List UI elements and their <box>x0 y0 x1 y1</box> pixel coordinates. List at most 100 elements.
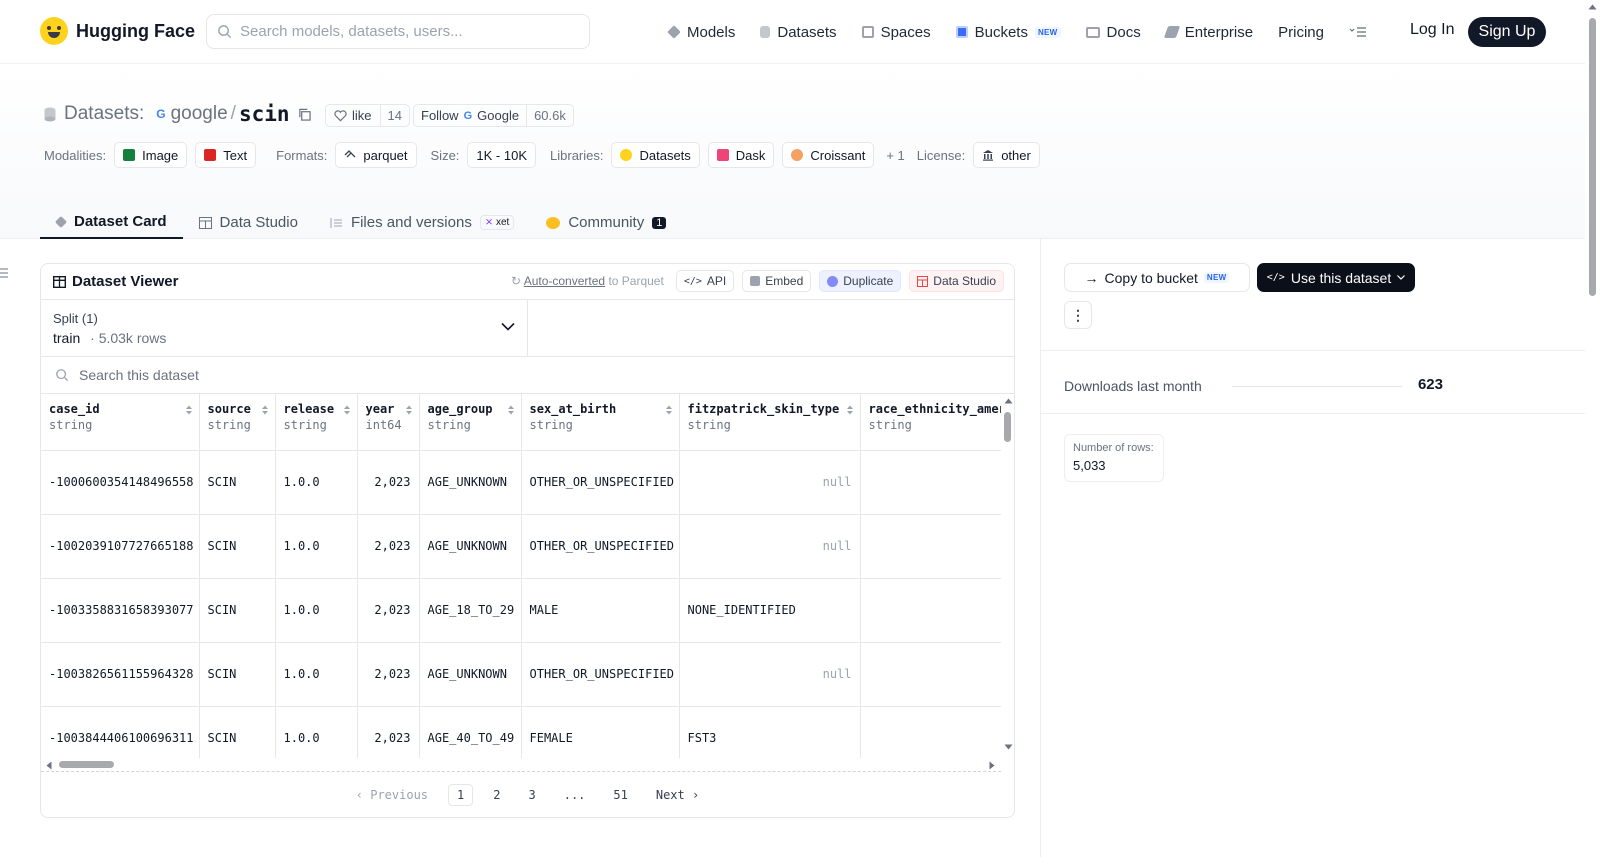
split-selector[interactable]: Split (1) train · 5.03k rows <box>41 300 528 357</box>
column-header-race-ethnicity-amer[interactable]: race_ethnicity_amer string <box>860 394 1001 451</box>
size-tag[interactable]: 1K - 10K <box>467 142 537 168</box>
table-vertical-scrollbar[interactable] <box>1001 394 1014 758</box>
embed-button[interactable]: Embed <box>742 270 812 292</box>
copy-icon[interactable] <box>298 108 311 121</box>
use-dataset-label: Use this dataset <box>1290 269 1392 286</box>
license-tag[interactable]: other <box>973 142 1040 168</box>
signup-button[interactable]: Sign Up <box>1468 17 1546 47</box>
column-header-year[interactable]: year int64 <box>357 394 420 451</box>
page-1-button[interactable]: 1 <box>448 784 474 806</box>
previous-label: Previous <box>370 788 429 802</box>
tab-files-versions[interactable]: Files and versions ⨯ xet <box>314 197 530 239</box>
column-type: string <box>49 418 93 432</box>
column-header-release[interactable]: release string <box>275 394 358 451</box>
table-cell: 2,023 <box>357 642 420 707</box>
library-dask-tag[interactable]: Dask <box>707 142 775 168</box>
tab-data-studio[interactable]: Data Studio <box>183 197 314 239</box>
table-row[interactable]: -1003826561155964328 SCIN 1.0.0 2,023 AGE_UN… <box>41 642 1001 707</box>
format-parquet-tag[interactable]: parquet <box>335 142 417 168</box>
data-studio-button[interactable]: Data Studio <box>909 270 1004 292</box>
sort-icon[interactable] <box>343 404 351 416</box>
column-type: string <box>207 418 251 432</box>
nav-models[interactable]: Models <box>667 23 736 41</box>
column-type: int64 <box>365 418 402 432</box>
login-link[interactable]: Log In <box>1410 21 1454 39</box>
library-datasets-tag[interactable]: Datasets <box>611 142 700 168</box>
tab-dataset-card[interactable]: Dataset Card <box>40 197 183 239</box>
vertical-scroll-thumb[interactable] <box>1004 412 1011 442</box>
table-row[interactable]: -1000600354148496558 SCIN 1.0.0 2,023 AGE_UN… <box>41 450 1001 515</box>
more-options-button[interactable]: ⋮ <box>1064 301 1092 329</box>
api-label: API <box>706 274 727 288</box>
global-search[interactable] <box>206 14 590 49</box>
table-row[interactable]: -1003844406100696311 SCIN 1.0.0 2,023 AGE_40… <box>41 706 1001 758</box>
google-org-icon: G <box>463 109 473 122</box>
page-2-button[interactable]: 2 <box>485 785 508 805</box>
nav-docs-label: Docs <box>1106 23 1141 41</box>
search-icon <box>218 25 232 39</box>
copy-to-bucket-button[interactable]: → Copy to bucket NEW <box>1064 263 1250 292</box>
library-dask-label: Dask <box>735 147 766 163</box>
datasets-crumb[interactable]: Datasets: <box>64 103 144 125</box>
column-header-sex-at-birth[interactable]: sex_at_birth string <box>521 394 680 451</box>
number-of-rows-card: Number of rows: 5,033 <box>1064 434 1164 482</box>
scroll-up-arrow-icon <box>1004 398 1013 404</box>
split-value: train · 5.03k rows <box>53 330 166 346</box>
like-button[interactable]: like 14 <box>325 104 410 127</box>
license-label: License: <box>916 147 966 163</box>
follow-button[interactable]: Follow G Google 60.6k <box>413 104 574 127</box>
brand-logo[interactable]: Hugging Face <box>40 17 195 45</box>
sort-icon[interactable] <box>261 404 269 416</box>
table-cell <box>860 642 1001 707</box>
dataset-search[interactable] <box>41 357 1014 394</box>
horizontal-scroll-thumb[interactable] <box>59 761 114 768</box>
page-51-button[interactable]: 51 <box>605 785 635 805</box>
nav-enterprise[interactable]: Enterprise <box>1163 24 1253 41</box>
nav-datasets[interactable]: Datasets <box>760 24 837 41</box>
sort-icon[interactable] <box>665 404 673 416</box>
data-studio-icon <box>917 275 929 287</box>
page-scroll-thumb[interactable] <box>1589 18 1596 296</box>
page-scrollbar[interactable] <box>1585 0 1600 857</box>
api-button[interactable]: </> API <box>675 270 735 292</box>
sidebar-toggle-icon[interactable] <box>0 268 8 278</box>
nav-buckets[interactable]: Buckets NEW <box>955 24 1061 41</box>
column-header-source[interactable]: source string <box>199 394 276 451</box>
nav-docs[interactable]: Docs <box>1085 23 1141 41</box>
table-horizontal-scrollbar[interactable] <box>41 758 1001 772</box>
table-cell: null <box>679 450 861 515</box>
menu-icon <box>1349 27 1366 37</box>
auto-converted-link[interactable]: Auto-converted <box>524 274 605 288</box>
global-search-input[interactable] <box>240 23 570 40</box>
sort-icon[interactable] <box>507 404 515 416</box>
column-header-age-group[interactable]: age_group string <box>419 394 522 451</box>
nav-spaces[interactable]: Spaces <box>861 24 931 41</box>
size-label: Size: <box>430 147 460 163</box>
nav-models-label: Models <box>687 23 736 41</box>
column-header-fitzpatrick-skin-type[interactable]: fitzpatrick_skin_type string <box>679 394 861 451</box>
viewer-title: Dataset Viewer <box>53 273 178 290</box>
column-header-case-id[interactable]: case_id string <box>41 394 200 451</box>
sort-icon[interactable] <box>185 404 193 416</box>
tab-community[interactable]: Community 1 <box>530 197 682 239</box>
duplicate-button[interactable]: Duplicate <box>819 270 902 292</box>
table-row[interactable]: -1003358831658393077 SCIN 1.0.0 2,023 AGE_18… <box>41 578 1001 643</box>
xet-label: xet <box>496 217 510 228</box>
table-row[interactable]: -1002039107727665188 SCIN 1.0.0 2,023 AGE_UN… <box>41 514 1001 579</box>
modality-image-tag[interactable]: Image <box>114 142 188 168</box>
nav-pricing[interactable]: Pricing <box>1278 24 1324 41</box>
use-this-dataset-button[interactable]: </> Use this dataset <box>1257 263 1415 292</box>
dataset-owner-link[interactable]: google <box>171 103 228 125</box>
modality-text-tag[interactable]: Text <box>195 142 257 168</box>
sort-icon[interactable] <box>405 404 413 416</box>
library-croissant-tag[interactable]: Croissant <box>782 142 875 168</box>
sort-icon[interactable] <box>846 404 854 416</box>
dataset-name[interactable]: scin <box>239 102 290 126</box>
nav-more-menu[interactable] <box>1349 26 1367 38</box>
previous-page-button[interactable]: ‹ Previous <box>348 785 436 805</box>
sidebar-divider <box>1041 413 1585 414</box>
libraries-more[interactable]: + 1 <box>886 148 904 163</box>
next-page-button[interactable]: Next › <box>648 785 707 805</box>
dataset-search-input[interactable] <box>79 367 679 383</box>
page-3-button[interactable]: 3 <box>520 785 543 805</box>
